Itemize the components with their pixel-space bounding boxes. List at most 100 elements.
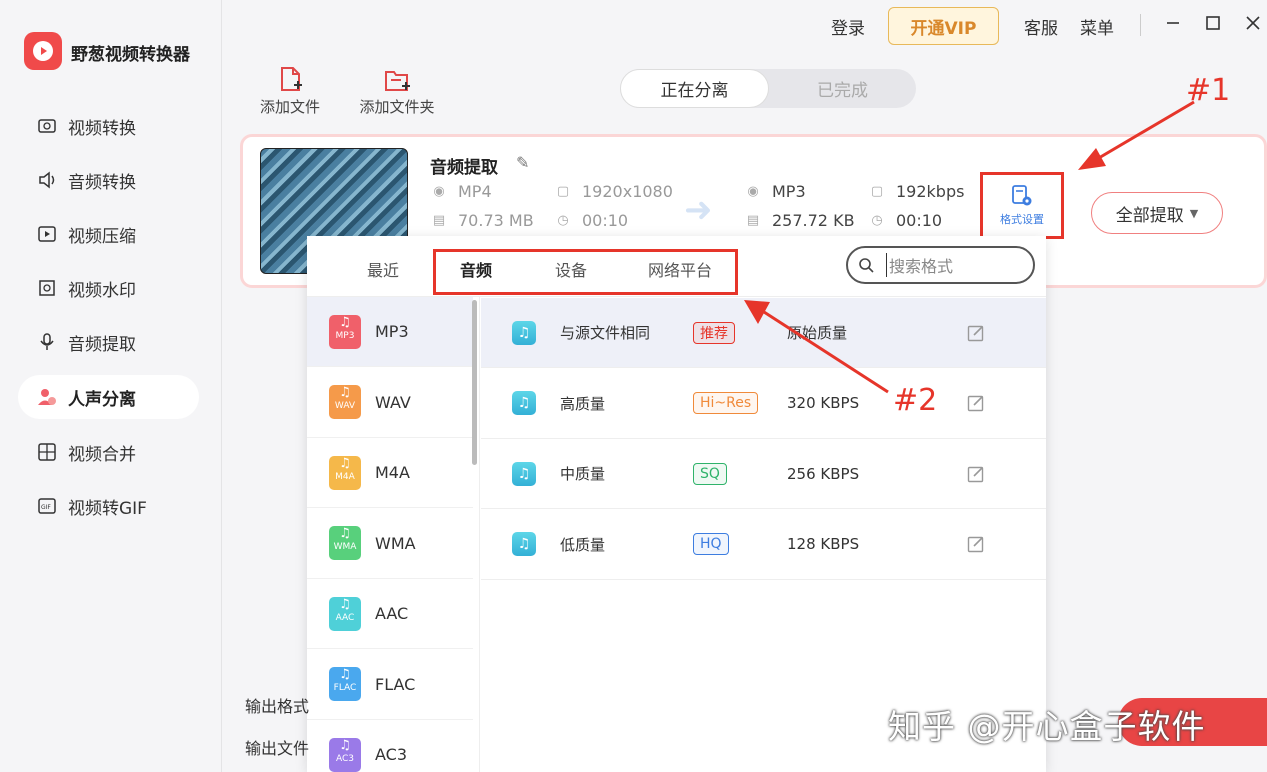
chevron-down-icon[interactable]: ▼ <box>1190 207 1198 220</box>
src-duration-value: 00:10 <box>582 211 629 230</box>
sidebar-item-4[interactable]: 音频提取 <box>18 320 199 364</box>
src-size: ▤ 70.73 MB <box>430 211 534 230</box>
audio-file-icon: ♫ MP3 <box>329 314 361 349</box>
annotation-2: #2 <box>893 383 938 418</box>
edit-icon[interactable] <box>967 465 985 483</box>
format-item[interactable]: ♫ MP3 MP3 <box>307 297 473 367</box>
edit-icon[interactable] <box>967 324 985 342</box>
extract-all-label: 全部提取 <box>1115 205 1184 226</box>
sidebar-item-7[interactable]: GIF 视频转GIF <box>18 484 199 528</box>
src-format: ◉ MP4 <box>430 182 492 201</box>
audio-file-icon: ♫ AAC <box>329 596 361 631</box>
format-name: WAV <box>375 392 411 412</box>
app-title: 野葱视频转换器 <box>71 45 190 65</box>
tab-done[interactable]: 已完成 <box>769 69 916 108</box>
out-size-value: 257.72 KB <box>772 211 855 230</box>
format-settings-icon <box>1012 185 1032 206</box>
menu-link[interactable]: 菜单 <box>1080 14 1114 39</box>
format-icon-label: MP3 <box>335 330 355 341</box>
search-box[interactable]: 搜索格式 <box>846 246 1035 284</box>
format-icon: ◉ <box>433 184 445 199</box>
add-folder-label: 添加文件夹 <box>359 98 435 116</box>
sidebar-item-1[interactable]: 音频转换 <box>18 158 199 202</box>
format-item[interactable]: ♫ WMA WMA <box>307 509 473 579</box>
rename-pencil-icon[interactable]: ✎ <box>516 153 529 172</box>
clock-icon: ◷ <box>557 213 569 228</box>
quality-row[interactable]: ♫ 中质量 SQ 256 KBPS <box>481 439 1046 509</box>
format-name: AC3 <box>375 745 408 764</box>
vip-button[interactable]: 开通VIP <box>888 7 999 45</box>
quality-name: 中质量 <box>560 465 606 483</box>
format-icon-label: M4A <box>335 471 355 482</box>
quality-name: 高质量 <box>560 394 606 413</box>
add-folder-button[interactable]: 添加文件夹 <box>358 62 436 117</box>
customer-service-link[interactable]: 客服 <box>1024 14 1058 39</box>
resolution-icon: ▢ <box>870 184 884 199</box>
out-bitrate-value: 192kbps <box>896 182 965 201</box>
format-item[interactable]: ♫ WAV WAV <box>307 368 473 438</box>
audio-convert-icon <box>36 169 58 191</box>
format-icon-label: FLAC <box>333 683 357 693</box>
annotation-arrow-2 <box>744 300 889 394</box>
format-settings-button[interactable]: 格式设置 <box>980 172 1064 239</box>
titlebar-divider <box>1140 14 1141 36</box>
sidebar-item-label: 视频水印 <box>68 280 136 301</box>
video-convert-icon <box>36 115 58 137</box>
audio-file-icon: ♫ AC3 <box>329 737 361 772</box>
quality-badge: HQ <box>693 533 729 555</box>
src-format-value: MP4 <box>458 182 492 201</box>
search-input[interactable]: 搜索格式 <box>886 253 953 277</box>
tab-recent[interactable]: 最近 <box>367 257 399 281</box>
src-resolution-value: 1920x1080 <box>582 182 673 201</box>
watermark-icon <box>36 277 58 299</box>
out-duration-value: 00:10 <box>896 211 943 230</box>
add-file-button[interactable]: 添加文件 <box>258 62 322 117</box>
music-note-icon: ♫ <box>512 461 536 486</box>
format-name: AAC <box>375 604 409 623</box>
edit-icon[interactable] <box>967 535 985 553</box>
sidebar-item-label: 音频转换 <box>68 172 136 193</box>
sidebar-item-label: 音频提取 <box>68 334 136 355</box>
src-size-value: 70.73 MB <box>458 211 534 230</box>
format-icon-label: AAC <box>335 612 355 623</box>
maximize-icon[interactable] <box>1202 12 1224 34</box>
annotation-box-2 <box>433 249 738 295</box>
format-icon-label: WAV <box>334 401 356 411</box>
sidebar-item-5[interactable]: 人声分离 <box>18 375 199 419</box>
sidebar-item-6[interactable]: 视频合并 <box>18 430 199 474</box>
file-size-icon: ▤ <box>746 213 760 228</box>
src-duration: ◷ 00:10 <box>554 211 628 230</box>
format-item[interactable]: ♫ FLAC FLAC <box>307 650 473 720</box>
merge-icon <box>36 441 58 463</box>
extract-all-button[interactable]: 全部提取 ▼ <box>1091 192 1223 234</box>
music-note-icon: ♫ <box>512 320 536 345</box>
music-note-icon: ♫ <box>512 391 536 415</box>
clock-icon: ◷ <box>871 213 883 228</box>
quality-name: 低质量 <box>560 535 606 554</box>
mic-icon <box>36 331 58 353</box>
sidebar-item-3[interactable]: 视频水印 <box>18 266 199 310</box>
audio-file-icon: ♫ M4A <box>329 455 361 490</box>
src-resolution: ▢ 1920x1080 <box>554 182 673 201</box>
sidebar-item-0[interactable]: 视频转换 <box>18 104 199 148</box>
tab-processing[interactable]: 正在分离 <box>620 69 769 108</box>
format-icon-label: WMA <box>333 542 357 552</box>
format-item[interactable]: ♫ M4A M4A <box>307 438 473 508</box>
minimize-icon[interactable] <box>1162 12 1184 34</box>
sidebar-item-label: 视频转GIF <box>68 498 147 519</box>
convert-arrow-icon: ➜ <box>684 190 713 230</box>
format-list-scrollbar[interactable] <box>472 300 477 465</box>
edit-icon[interactable] <box>967 394 985 412</box>
quality-row[interactable]: ♫ 低质量 HQ 128 KBPS <box>481 510 1046 580</box>
annotation-arrow-1 <box>1078 100 1195 170</box>
login-link[interactable]: 登录 <box>831 14 865 39</box>
format-name: MP3 <box>375 322 409 341</box>
format-item[interactable]: ♫ AC3 AC3 <box>307 720 473 772</box>
video-compress-icon <box>36 223 58 245</box>
format-item[interactable]: ♫ AAC AAC <box>307 579 473 649</box>
format-name: WMA <box>375 533 416 553</box>
quality-badge: 推荐 <box>693 321 735 344</box>
sidebar-item-2[interactable]: 视频压缩 <box>18 212 199 256</box>
format-icon-label: AC3 <box>335 753 354 764</box>
close-icon[interactable] <box>1242 12 1264 34</box>
